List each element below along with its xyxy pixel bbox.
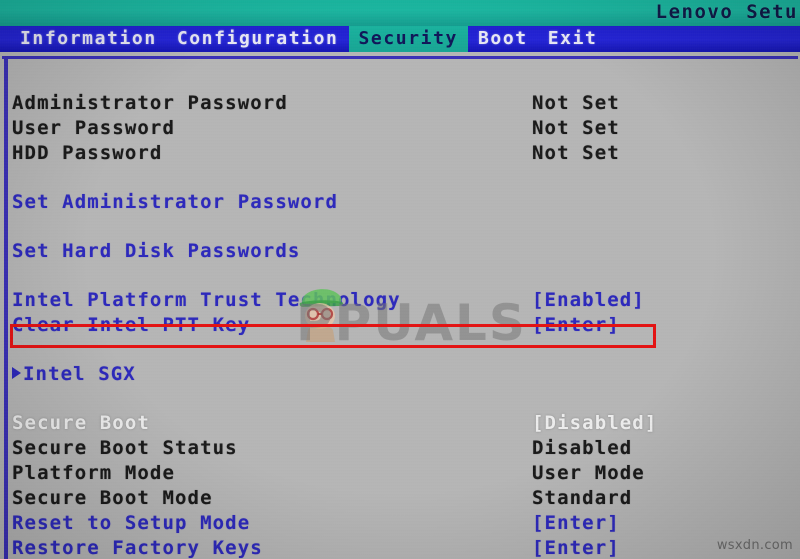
row-hdd-password[interactable]: HDD Password Not Set	[12, 140, 782, 165]
setting-label: Platform Mode	[12, 461, 176, 484]
tab-information[interactable]: Information	[10, 26, 167, 52]
setting-label: Secure Boot	[12, 411, 150, 434]
row-intel-sgx[interactable]: Intel SGX	[12, 361, 782, 386]
row-restore-factory-keys[interactable]: Restore Factory Keys [Enter]	[12, 535, 782, 559]
row-administrator-password[interactable]: Administrator Password Not Set	[12, 90, 782, 115]
source-watermark: wsxdn.com	[716, 538, 793, 553]
setting-value: Not Set	[532, 141, 620, 164]
title-bar: Lenovo Setu	[0, 0, 800, 26]
setting-label: Secure Boot Status	[12, 436, 238, 459]
row-user-password[interactable]: User Password Not Set	[12, 115, 782, 140]
setting-value[interactable]: [Enter]	[532, 314, 620, 336]
row-spacer	[12, 386, 782, 410]
tab-configuration[interactable]: Configuration	[167, 26, 349, 52]
setting-value[interactable]: [Enter]	[532, 512, 620, 534]
setting-label: Restore Factory Keys	[12, 536, 263, 559]
setting-label: Clear Intel PTT Key	[12, 313, 251, 336]
setting-label: User Password	[12, 116, 176, 139]
setting-label: Set Hard Disk Passwords	[12, 239, 301, 262]
submenu-arrow-icon	[12, 367, 21, 379]
row-spacer	[12, 263, 782, 287]
tab-exit[interactable]: Exit	[538, 26, 608, 52]
row-spacer	[12, 165, 782, 189]
setting-label: Intel SGX	[12, 363, 532, 385]
bios-setup-screen: Lenovo Setu Information Configuration Se…	[0, 0, 800, 559]
row-platform-mode: Platform Mode User Mode	[12, 460, 782, 485]
settings-list: Administrator Password Not Set User Pass…	[12, 90, 782, 559]
row-secure-boot-status: Secure Boot Status Disabled	[12, 435, 782, 460]
setting-label: Secure Boot Mode	[12, 486, 213, 509]
main-menu-bar[interactable]: Information Configuration Security Boot …	[0, 26, 800, 52]
setting-value: Standard	[532, 486, 633, 509]
row-spacer	[12, 337, 782, 361]
setting-label: Intel Platform Trust Technology	[12, 288, 401, 311]
security-settings-panel: Administrator Password Not Set User Pass…	[0, 52, 800, 559]
row-clear-intel-ptt-key[interactable]: Clear Intel PTT Key [Enter]	[12, 312, 782, 337]
setting-value[interactable]: [Disabled]	[532, 412, 657, 434]
panel-top-divider	[2, 56, 798, 59]
setting-label: Reset to Setup Mode	[12, 511, 251, 534]
setting-value[interactable]: [Enabled]	[532, 289, 645, 311]
tab-boot[interactable]: Boot	[468, 26, 538, 52]
row-secure-boot[interactable]: Secure Boot [Disabled]	[12, 410, 782, 435]
row-set-administrator-password[interactable]: Set Administrator Password	[12, 189, 782, 214]
setting-label: Administrator Password	[12, 91, 288, 114]
window-title: Lenovo Setu	[655, 1, 798, 23]
setting-value[interactable]: [Enter]	[532, 537, 620, 559]
setting-value: Not Set	[532, 91, 620, 114]
setting-value: Not Set	[532, 116, 620, 139]
panel-left-divider	[4, 56, 8, 559]
setting-value: Disabled	[532, 436, 633, 459]
setting-label-text: Intel SGX	[23, 362, 136, 385]
row-intel-platform-trust-technology[interactable]: Intel Platform Trust Technology [Enabled…	[12, 287, 782, 312]
setting-label: Set Administrator Password	[12, 190, 339, 213]
row-spacer	[12, 214, 782, 238]
setting-label: HDD Password	[12, 141, 163, 164]
tab-security[interactable]: Security	[348, 26, 468, 52]
setting-value: User Mode	[532, 461, 645, 484]
row-set-hard-disk-passwords[interactable]: Set Hard Disk Passwords	[12, 238, 782, 263]
row-secure-boot-mode: Secure Boot Mode Standard	[12, 485, 782, 510]
row-reset-to-setup-mode[interactable]: Reset to Setup Mode [Enter]	[12, 510, 782, 535]
